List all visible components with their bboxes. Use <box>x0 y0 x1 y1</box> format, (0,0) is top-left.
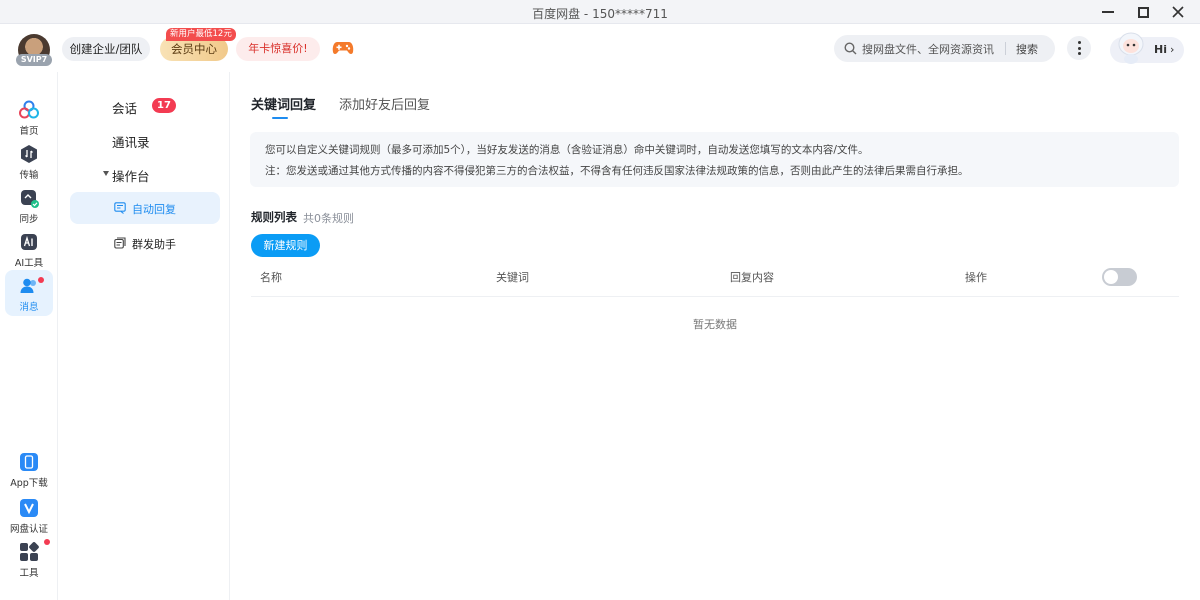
notification-dot <box>44 539 50 545</box>
more-icon-dot <box>1078 46 1081 50</box>
rail-label: 首页 <box>19 126 39 137</box>
rail-item-messages[interactable]: 消息 <box>5 270 53 316</box>
subnav-item-broadcast[interactable]: 群发助手 <box>70 227 220 259</box>
column-header-reply-content: 回复内容 <box>730 271 774 284</box>
maximize-button[interactable] <box>1125 0 1161 24</box>
message-subnav: 会话 17 通讯录 操作台 自动回复 群发助手 <box>58 72 230 600</box>
game-controller-icon[interactable] <box>332 39 354 57</box>
subnav-label: 操作台 <box>112 169 150 184</box>
mascot-icon <box>1118 32 1144 64</box>
empty-state-text: 暂无数据 <box>693 318 737 331</box>
maximize-icon <box>1137 6 1149 18</box>
close-button[interactable] <box>1160 0 1196 24</box>
sync-icon <box>21 190 39 208</box>
auto-reply-toggle[interactable] <box>1102 268 1137 286</box>
auto-reply-panel: 关键词回复 添加好友后回复 您可以自定义关键词规则（最多可添加5个），当好友发送… <box>230 72 1200 600</box>
search-button[interactable]: 搜索 <box>1016 41 1038 57</box>
rail-label: 工具 <box>19 568 39 579</box>
rail-item-ai-tools[interactable]: AI工具 <box>5 226 53 272</box>
search-divider <box>1005 42 1006 55</box>
broadcast-icon <box>114 237 126 249</box>
transfer-icon <box>21 145 37 163</box>
table-header-divider <box>251 296 1179 297</box>
minimize-icon <box>1102 11 1114 13</box>
subnav-label: 通讯录 <box>112 135 150 150</box>
contacts-icon <box>20 278 36 293</box>
subnav-label: 群发助手 <box>132 238 176 251</box>
notice-line: 注：您发送或通过其他方式传播的内容不得侵犯第三方的合法权益，不得含有任何违反国家… <box>265 165 969 177</box>
rail-label: App下载 <box>10 478 48 489</box>
notice-box: 您可以自定义关键词规则（最多可添加5个），当好友发送的消息（含验证消息）命中关键… <box>250 132 1179 187</box>
title-bar: 百度网盘 - 150*****711 <box>0 0 1200 24</box>
more-menu-button[interactable] <box>1067 36 1091 60</box>
more-icon-dot <box>1078 52 1081 55</box>
subnav-item-auto-reply[interactable]: 自动回复 <box>70 192 220 224</box>
close-icon <box>1172 6 1184 18</box>
toggle-knob <box>1104 270 1118 284</box>
rules-count: 共0条规则 <box>303 212 354 225</box>
left-rail: 首页 传输 同步 AI工具 消息 App下载 网盘认证 工具 <box>0 72 58 600</box>
window-title: 百度网盘 - 150*****711 <box>532 7 668 21</box>
subnav-item-chat[interactable]: 会话 17 <box>70 90 220 122</box>
search-icon <box>844 42 857 55</box>
create-enterprise-button[interactable]: 创建企业/团队 <box>62 37 150 61</box>
rail-label: 传输 <box>19 170 39 181</box>
vip-level-badge: SVIP7 <box>16 54 52 66</box>
tab-keyword-reply[interactable]: 关键词回复 <box>251 94 316 113</box>
rail-item-sync[interactable]: 同步 <box>5 182 53 228</box>
subnav-label: 自动回复 <box>132 203 176 216</box>
rail-label: 网盘认证 <box>9 524 48 535</box>
home-cloud-icon <box>19 100 39 119</box>
new-user-offer-badge: 新用户最低12元 <box>166 28 236 41</box>
rail-item-app-download[interactable]: App下载 <box>5 446 53 492</box>
rail-label: 同步 <box>19 214 39 225</box>
unread-count-badge: 17 <box>152 98 176 113</box>
column-header-name: 名称 <box>260 271 282 284</box>
grid-tools-icon <box>20 542 39 561</box>
auto-reply-icon <box>114 202 126 214</box>
hi-label: Hi <box>1154 43 1167 56</box>
active-tab-indicator <box>272 117 288 119</box>
subnav-label: 会话 <box>112 101 138 116</box>
rail-item-verification[interactable]: 网盘认证 <box>5 492 53 538</box>
column-header-actions: 操作 <box>965 271 987 284</box>
search-input[interactable]: 搜网盘文件、全网资源资讯 <box>862 41 994 57</box>
new-rule-button[interactable]: 新建规则 <box>251 234 320 257</box>
caret-down-icon <box>103 171 109 176</box>
rail-label: 消息 <box>19 302 39 313</box>
more-icon <box>1078 41 1081 44</box>
rail-item-home[interactable]: 首页 <box>5 94 53 140</box>
tab-add-friend-reply[interactable]: 添加好友后回复 <box>339 94 430 113</box>
ai-tools-icon <box>21 234 37 250</box>
top-header: SVIP7 创建企业/团队 会员中心 新用户最低12元 年卡惊喜价! 搜网盘文件… <box>0 24 1200 72</box>
phone-icon <box>20 453 38 471</box>
verified-icon <box>20 499 38 517</box>
subnav-item-console[interactable]: 操作台 <box>70 158 220 190</box>
subnav-item-contacts[interactable]: 通讯录 <box>70 124 220 156</box>
annual-card-promo-button[interactable]: 年卡惊喜价! <box>236 37 320 61</box>
notice-line: 您可以自定义关键词规则（最多可添加5个），当好友发送的消息（含验证消息）命中关键… <box>265 144 869 156</box>
rail-label: AI工具 <box>14 258 44 269</box>
search-box[interactable]: 搜网盘文件、全网资源资讯 搜索 <box>834 35 1055 62</box>
assistant-hi-button[interactable]: Hi › <box>1110 32 1184 64</box>
minimize-button[interactable] <box>1090 0 1126 24</box>
chevron-right-icon: › <box>1170 43 1175 56</box>
notification-dot <box>38 277 44 283</box>
rail-item-transfer[interactable]: 传输 <box>5 138 53 184</box>
rules-list-title: 规则列表 <box>251 210 297 224</box>
column-header-keyword: 关键词 <box>496 271 529 284</box>
